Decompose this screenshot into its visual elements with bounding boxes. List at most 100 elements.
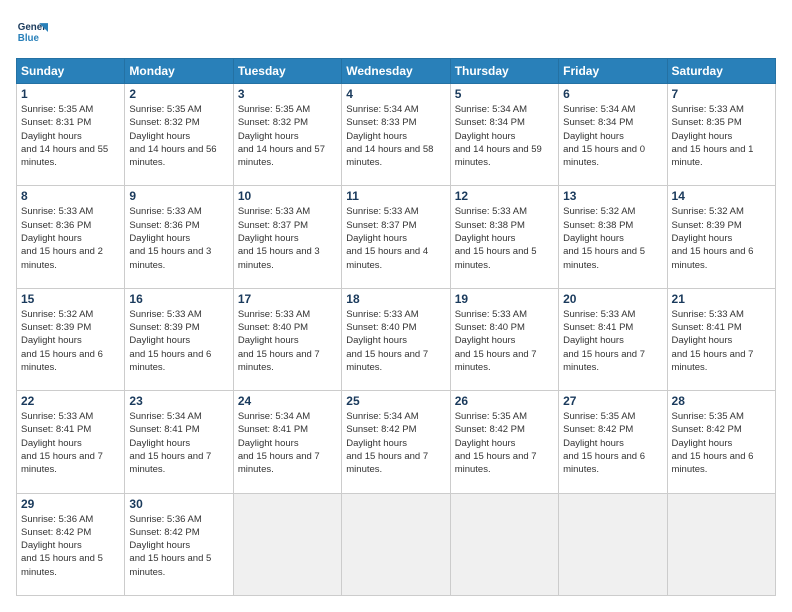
week-row-3: 15 Sunrise: 5:32 AMSunset: 8:39 PMDaylig…: [17, 288, 776, 390]
day-info: Sunrise: 5:33 AMSunset: 8:40 PMDaylight …: [455, 308, 554, 374]
week-row-4: 22 Sunrise: 5:33 AMSunset: 8:41 PMDaylig…: [17, 391, 776, 493]
day-number: 19: [455, 292, 554, 306]
calendar-cell: 21 Sunrise: 5:33 AMSunset: 8:41 PMDaylig…: [667, 288, 775, 390]
day-number: 24: [238, 394, 337, 408]
page: General Blue SundayMondayTuesdayWednesda…: [0, 0, 792, 612]
day-info: Sunrise: 5:34 AMSunset: 8:34 PMDaylight …: [455, 103, 554, 169]
day-header-wednesday: Wednesday: [342, 59, 450, 84]
day-info: Sunrise: 5:36 AMSunset: 8:42 PMDaylight …: [129, 513, 228, 579]
day-number: 17: [238, 292, 337, 306]
calendar-cell: [450, 493, 558, 595]
logo-icon: General Blue: [16, 16, 48, 48]
day-info: Sunrise: 5:35 AMSunset: 8:42 PMDaylight …: [455, 410, 554, 476]
day-info: Sunrise: 5:33 AMSunset: 8:37 PMDaylight …: [346, 205, 445, 271]
day-info: Sunrise: 5:34 AMSunset: 8:33 PMDaylight …: [346, 103, 445, 169]
calendar-cell: 16 Sunrise: 5:33 AMSunset: 8:39 PMDaylig…: [125, 288, 233, 390]
day-number: 14: [672, 189, 771, 203]
day-info: Sunrise: 5:35 AMSunset: 8:32 PMDaylight …: [238, 103, 337, 169]
svg-text:Blue: Blue: [18, 33, 40, 44]
day-number: 2: [129, 87, 228, 101]
day-info: Sunrise: 5:32 AMSunset: 8:39 PMDaylight …: [21, 308, 120, 374]
day-info: Sunrise: 5:33 AMSunset: 8:40 PMDaylight …: [346, 308, 445, 374]
day-number: 18: [346, 292, 445, 306]
calendar-cell: 30 Sunrise: 5:36 AMSunset: 8:42 PMDaylig…: [125, 493, 233, 595]
day-header-thursday: Thursday: [450, 59, 558, 84]
logo: General Blue: [16, 16, 52, 48]
day-number: 9: [129, 189, 228, 203]
day-number: 30: [129, 497, 228, 511]
day-header-tuesday: Tuesday: [233, 59, 341, 84]
day-info: Sunrise: 5:33 AMSunset: 8:41 PMDaylight …: [672, 308, 771, 374]
calendar-cell: 24 Sunrise: 5:34 AMSunset: 8:41 PMDaylig…: [233, 391, 341, 493]
day-info: Sunrise: 5:34 AMSunset: 8:34 PMDaylight …: [563, 103, 662, 169]
day-number: 8: [21, 189, 120, 203]
calendar-cell: [233, 493, 341, 595]
day-header-monday: Monday: [125, 59, 233, 84]
day-number: 25: [346, 394, 445, 408]
calendar-cell: 1 Sunrise: 5:35 AMSunset: 8:31 PMDayligh…: [17, 84, 125, 186]
day-info: Sunrise: 5:33 AMSunset: 8:38 PMDaylight …: [455, 205, 554, 271]
day-number: 10: [238, 189, 337, 203]
day-info: Sunrise: 5:33 AMSunset: 8:37 PMDaylight …: [238, 205, 337, 271]
calendar-cell: 15 Sunrise: 5:32 AMSunset: 8:39 PMDaylig…: [17, 288, 125, 390]
calendar-cell: [559, 493, 667, 595]
calendar-cell: 10 Sunrise: 5:33 AMSunset: 8:37 PMDaylig…: [233, 186, 341, 288]
day-info: Sunrise: 5:33 AMSunset: 8:36 PMDaylight …: [21, 205, 120, 271]
calendar-table: SundayMondayTuesdayWednesdayThursdayFrid…: [16, 58, 776, 596]
day-info: Sunrise: 5:33 AMSunset: 8:39 PMDaylight …: [129, 308, 228, 374]
day-info: Sunrise: 5:34 AMSunset: 8:42 PMDaylight …: [346, 410, 445, 476]
calendar-cell: 27 Sunrise: 5:35 AMSunset: 8:42 PMDaylig…: [559, 391, 667, 493]
day-number: 1: [21, 87, 120, 101]
week-row-1: 1 Sunrise: 5:35 AMSunset: 8:31 PMDayligh…: [17, 84, 776, 186]
calendar-cell: 8 Sunrise: 5:33 AMSunset: 8:36 PMDayligh…: [17, 186, 125, 288]
calendar-cell: 19 Sunrise: 5:33 AMSunset: 8:40 PMDaylig…: [450, 288, 558, 390]
calendar-cell: 25 Sunrise: 5:34 AMSunset: 8:42 PMDaylig…: [342, 391, 450, 493]
day-info: Sunrise: 5:34 AMSunset: 8:41 PMDaylight …: [129, 410, 228, 476]
week-row-2: 8 Sunrise: 5:33 AMSunset: 8:36 PMDayligh…: [17, 186, 776, 288]
day-number: 5: [455, 87, 554, 101]
day-number: 4: [346, 87, 445, 101]
day-number: 16: [129, 292, 228, 306]
calendar-cell: 5 Sunrise: 5:34 AMSunset: 8:34 PMDayligh…: [450, 84, 558, 186]
day-header-saturday: Saturday: [667, 59, 775, 84]
header-row: SundayMondayTuesdayWednesdayThursdayFrid…: [17, 59, 776, 84]
calendar-cell: 26 Sunrise: 5:35 AMSunset: 8:42 PMDaylig…: [450, 391, 558, 493]
calendar-cell: 2 Sunrise: 5:35 AMSunset: 8:32 PMDayligh…: [125, 84, 233, 186]
calendar-cell: 12 Sunrise: 5:33 AMSunset: 8:38 PMDaylig…: [450, 186, 558, 288]
day-info: Sunrise: 5:33 AMSunset: 8:40 PMDaylight …: [238, 308, 337, 374]
day-number: 29: [21, 497, 120, 511]
day-info: Sunrise: 5:35 AMSunset: 8:42 PMDaylight …: [563, 410, 662, 476]
day-info: Sunrise: 5:35 AMSunset: 8:31 PMDaylight …: [21, 103, 120, 169]
day-number: 20: [563, 292, 662, 306]
calendar-cell: 11 Sunrise: 5:33 AMSunset: 8:37 PMDaylig…: [342, 186, 450, 288]
calendar-cell: 23 Sunrise: 5:34 AMSunset: 8:41 PMDaylig…: [125, 391, 233, 493]
calendar-cell: [667, 493, 775, 595]
calendar-cell: 18 Sunrise: 5:33 AMSunset: 8:40 PMDaylig…: [342, 288, 450, 390]
day-number: 12: [455, 189, 554, 203]
calendar-cell: 13 Sunrise: 5:32 AMSunset: 8:38 PMDaylig…: [559, 186, 667, 288]
calendar-cell: 22 Sunrise: 5:33 AMSunset: 8:41 PMDaylig…: [17, 391, 125, 493]
calendar-cell: 7 Sunrise: 5:33 AMSunset: 8:35 PMDayligh…: [667, 84, 775, 186]
calendar-cell: 9 Sunrise: 5:33 AMSunset: 8:36 PMDayligh…: [125, 186, 233, 288]
day-header-sunday: Sunday: [17, 59, 125, 84]
day-number: 26: [455, 394, 554, 408]
day-info: Sunrise: 5:32 AMSunset: 8:39 PMDaylight …: [672, 205, 771, 271]
day-info: Sunrise: 5:33 AMSunset: 8:41 PMDaylight …: [21, 410, 120, 476]
day-number: 15: [21, 292, 120, 306]
day-number: 11: [346, 189, 445, 203]
day-number: 3: [238, 87, 337, 101]
day-number: 23: [129, 394, 228, 408]
calendar-cell: 14 Sunrise: 5:32 AMSunset: 8:39 PMDaylig…: [667, 186, 775, 288]
day-info: Sunrise: 5:33 AMSunset: 8:36 PMDaylight …: [129, 205, 228, 271]
day-info: Sunrise: 5:34 AMSunset: 8:41 PMDaylight …: [238, 410, 337, 476]
day-info: Sunrise: 5:33 AMSunset: 8:35 PMDaylight …: [672, 103, 771, 169]
day-number: 7: [672, 87, 771, 101]
calendar-cell: 6 Sunrise: 5:34 AMSunset: 8:34 PMDayligh…: [559, 84, 667, 186]
calendar-cell: 29 Sunrise: 5:36 AMSunset: 8:42 PMDaylig…: [17, 493, 125, 595]
day-info: Sunrise: 5:36 AMSunset: 8:42 PMDaylight …: [21, 513, 120, 579]
week-row-5: 29 Sunrise: 5:36 AMSunset: 8:42 PMDaylig…: [17, 493, 776, 595]
header: General Blue: [16, 16, 776, 48]
day-info: Sunrise: 5:35 AMSunset: 8:32 PMDaylight …: [129, 103, 228, 169]
day-info: Sunrise: 5:33 AMSunset: 8:41 PMDaylight …: [563, 308, 662, 374]
day-number: 27: [563, 394, 662, 408]
